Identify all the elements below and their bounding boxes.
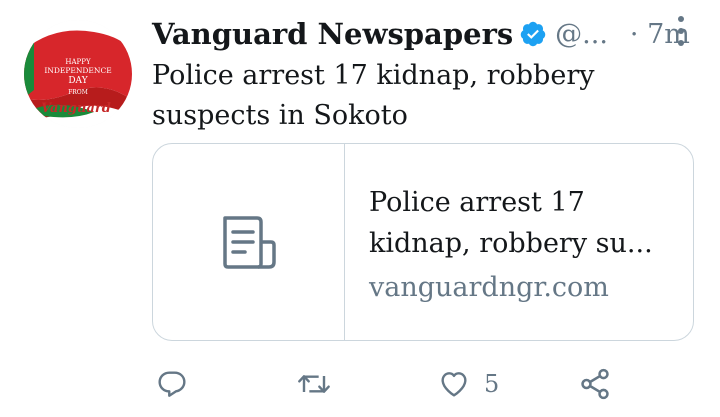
avatar-line4: FROM xyxy=(68,89,88,96)
tweet-header: Vanguard Newspapers @... · 7m xyxy=(152,14,690,54)
reply-icon xyxy=(158,371,186,397)
share-button[interactable] xyxy=(578,364,612,404)
avatar-line3: DAY xyxy=(68,76,88,86)
card-thumbnail xyxy=(153,144,345,340)
more-options-icon[interactable] xyxy=(674,16,688,46)
card-body: Police arrest 17 kidnap, robbery su... v… xyxy=(345,144,693,340)
verified-badge-icon xyxy=(519,20,547,48)
share-icon xyxy=(581,368,609,400)
author-handle[interactable]: @... xyxy=(555,19,608,50)
link-card[interactable]: Police arrest 17 kidnap, robbery su... v… xyxy=(152,143,694,341)
retweet-button[interactable] xyxy=(296,364,332,404)
tweet-actions: 5 xyxy=(152,364,632,404)
avatar-brand: Vanguard xyxy=(41,101,111,116)
document-icon xyxy=(222,216,276,269)
author-name[interactable]: Vanguard Newspapers xyxy=(152,17,513,51)
retweet-icon xyxy=(298,375,330,393)
card-title: Police arrest 17 kidnap, robbery su... xyxy=(369,187,653,259)
avatar[interactable]: HAPPY INDEPENDENCE DAY FROM Vanguard xyxy=(24,20,132,128)
tweet-text: Police arrest 17 kidnap, robbery suspect… xyxy=(152,60,595,131)
avatar-line2: INDEPENDENCE xyxy=(44,66,111,75)
card-domain: vanguardngr.com xyxy=(369,272,609,303)
avatar-image: HAPPY INDEPENDENCE DAY FROM Vanguard xyxy=(24,20,132,128)
like-count: 5 xyxy=(484,370,500,398)
avatar-line1: HAPPY xyxy=(65,58,91,66)
heart-icon xyxy=(441,372,467,397)
reply-button[interactable] xyxy=(156,364,188,404)
like-button[interactable]: 5 xyxy=(438,364,499,404)
